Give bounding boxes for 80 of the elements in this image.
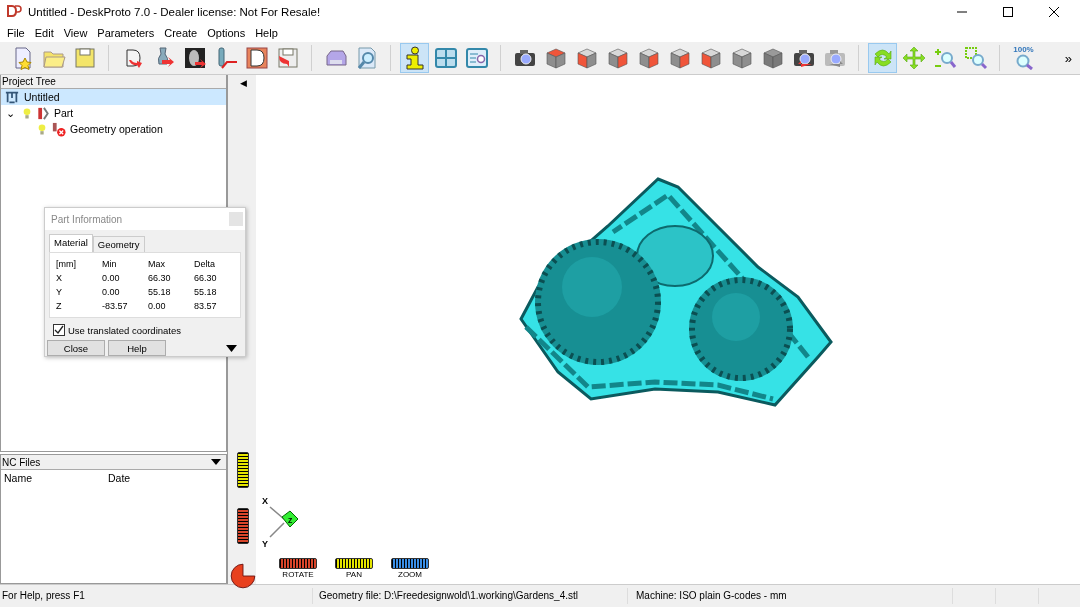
status-text: Machine: ISO plain G-codes - mm	[628, 588, 953, 604]
view-cube-icon	[636, 46, 661, 70]
table-cell-text: Z	[56, 301, 63, 311]
dialog-button[interactable]: Help	[108, 340, 166, 356]
menu-item[interactable]: Parameters	[92, 27, 160, 39]
column-header: Max	[148, 259, 166, 269]
toolbar-overflow-button[interactable]: »	[1064, 50, 1072, 66]
lightbulb-icon[interactable]	[22, 106, 32, 120]
import-image-icon	[182, 46, 207, 70]
status-text: Geometry file: D:\Freedesignwold\1.working\Gardens_4.stl	[313, 588, 628, 604]
table-cell-text: 55.18	[194, 287, 218, 297]
zoom-fit-button[interactable]: 100%	[1009, 43, 1038, 73]
table-cell-text: 66.30	[148, 273, 172, 283]
wheel-label: ZOOM	[398, 569, 422, 580]
table-cell-text: 0.00	[102, 273, 121, 283]
view-cube-icon	[574, 46, 599, 70]
menu-item[interactable]: Options	[202, 27, 251, 39]
column-header: [mm]	[56, 259, 77, 269]
machine-icon	[4, 90, 20, 104]
app-logo-icon	[6, 4, 22, 20]
table-cell-text: 66.30	[194, 273, 218, 283]
status-text: For Help, press F1	[0, 588, 313, 604]
menu-item[interactable]: Edit	[29, 27, 59, 39]
column-header[interactable]: Name	[1, 472, 105, 484]
zoom-icon	[932, 46, 957, 70]
panel-header: Project Tree	[1, 75, 226, 89]
tab[interactable]: Material	[49, 234, 93, 252]
tree-item[interactable]: ⌄ Part	[1, 105, 226, 121]
menu-item[interactable]: Create	[159, 27, 203, 39]
menu-item[interactable]: File	[2, 27, 30, 39]
view-cube-icon	[698, 46, 723, 70]
view-cube-icon	[760, 46, 785, 70]
expander-icon[interactable]: ⌄	[6, 108, 18, 118]
letter-tile-icon	[244, 46, 269, 70]
table-cell-text: 0.00	[148, 301, 167, 311]
tree-item[interactable]: Untitled	[1, 89, 226, 105]
window-title: Untitled - DeskProto 7.0 - Dealer license: Not For Resale!	[28, 6, 322, 18]
checkbox[interactable]	[53, 324, 65, 336]
wheel-label: ROTATE	[282, 569, 314, 580]
dialog-button[interactable]: Close	[47, 340, 105, 356]
pan-wheel[interactable]	[237, 452, 249, 488]
dropdown-arrow-icon[interactable]	[211, 459, 221, 465]
axis-label: Y	[262, 540, 268, 549]
column-header: Min	[102, 259, 118, 269]
view-cube-icon	[667, 46, 692, 70]
menu-item[interactable]: Help	[250, 27, 283, 39]
nav-wheel[interactable]	[335, 558, 373, 569]
dialog-title: Part Information	[51, 213, 123, 225]
expand-arrow-icon[interactable]	[226, 344, 237, 352]
rotate-wheel[interactable]	[237, 508, 249, 544]
view-cube-icon	[543, 46, 568, 70]
table-cell-text: 83.57	[194, 301, 218, 311]
checkbox-label[interactable]: Use translated coordinates	[68, 324, 181, 336]
nav-wheel[interactable]	[391, 558, 429, 569]
close-icon[interactable]	[1048, 6, 1060, 18]
lightbulb-icon[interactable]	[37, 122, 47, 136]
move-arrows-icon	[901, 46, 926, 70]
view-cube-icon	[729, 46, 754, 70]
info-button[interactable]	[400, 43, 429, 73]
table-cell-text: 0.00	[102, 287, 121, 297]
table-cell-text: -83.57	[102, 301, 129, 311]
table-cell-text: Y	[56, 287, 63, 297]
tree-item[interactable]: Geometry operation	[1, 121, 226, 137]
axis-label: X	[262, 497, 268, 506]
window-grid-icon	[433, 46, 458, 70]
view-cube-icon	[605, 46, 630, 70]
collapse-arrow[interactable]: ◀	[239, 78, 247, 88]
panel-header: NC Files	[2, 455, 41, 469]
table-cell-text: X	[56, 273, 63, 283]
menu-item[interactable]: View	[58, 27, 93, 39]
operation-error-icon	[51, 121, 66, 137]
table-cell-text: 55.18	[148, 287, 172, 297]
list-magnifier-icon	[464, 46, 489, 70]
tab[interactable]: Geometry	[92, 236, 145, 252]
wheel-label: PAN	[346, 569, 362, 580]
column-header[interactable]: Date	[105, 472, 209, 484]
zoom-window-icon	[963, 46, 988, 70]
part-icon	[36, 105, 50, 121]
column-header: Delta	[194, 259, 216, 269]
maximize-icon[interactable]	[1002, 6, 1014, 18]
